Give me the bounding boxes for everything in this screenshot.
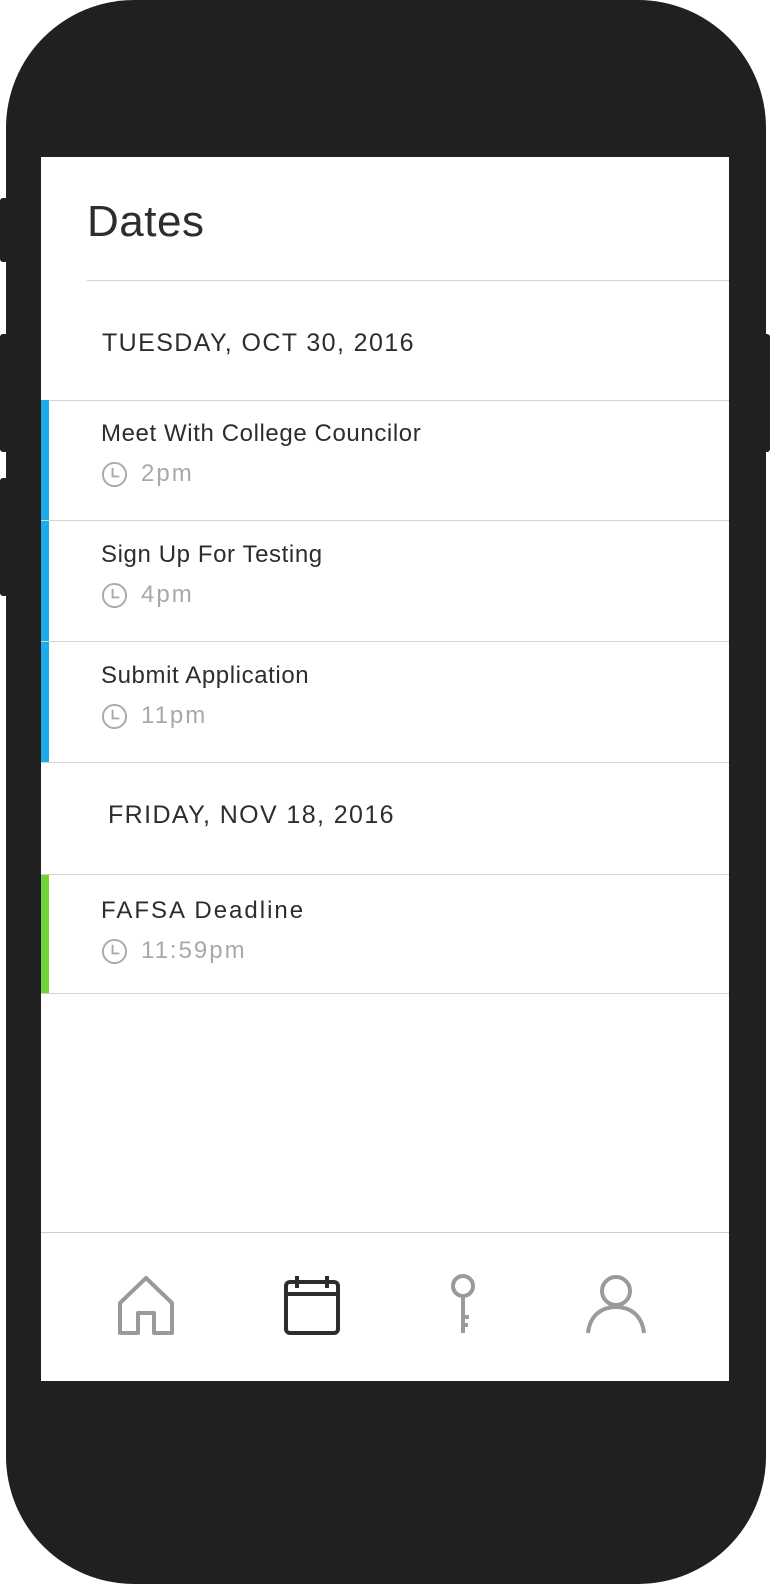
event-accent-bar: [41, 642, 49, 762]
event-time-label: 11:59pm: [141, 937, 247, 964]
event-title: FAFSA Deadline: [101, 897, 306, 924]
clock-icon: [101, 582, 128, 608]
profile-icon: [586, 1275, 646, 1334]
calendar-icon: [284, 1276, 340, 1335]
event-accent-bar: [41, 400, 49, 520]
event-time-label: 11pm: [141, 702, 208, 729]
date-header: FRIDAY, NOV 18, 2016: [41, 763, 729, 875]
event-time: 11pm: [101, 702, 207, 730]
event-time-label: 2pm: [141, 460, 194, 487]
power-button: [762, 334, 770, 452]
event-item[interactable]: Meet With College Councilor 2pm: [41, 400, 729, 521]
app-screen: Dates TUESDAY, OCT 30, 2016 Meet With Co…: [41, 157, 729, 1381]
home-icon: [118, 1276, 174, 1335]
event-time: 2pm: [101, 460, 194, 488]
date-header-label: FRIDAY, NOV 18, 2016: [108, 801, 395, 829]
clock-icon: [101, 703, 128, 729]
event-title: Sign Up For Testing: [101, 541, 323, 568]
event-item[interactable]: Submit Application 11pm: [41, 642, 729, 763]
event-title: Meet With College Councilor: [101, 420, 422, 447]
event-time: 4pm: [101, 581, 194, 609]
event-accent-bar: [41, 875, 49, 993]
date-header-label: TUESDAY, OCT 30, 2016: [102, 329, 415, 357]
tab-profile[interactable]: [581, 1273, 651, 1343]
volume-up-button: [0, 334, 8, 452]
volume-down-button: [0, 478, 8, 596]
event-title: Submit Application: [101, 662, 310, 689]
event-item[interactable]: FAFSA Deadline 11:59pm: [41, 875, 729, 994]
tab-bar: [41, 1232, 729, 1381]
mute-switch: [0, 198, 8, 262]
event-time-label: 4pm: [141, 581, 194, 608]
event-item[interactable]: Sign Up For Testing 4pm: [41, 521, 729, 642]
key-icon: [451, 1274, 475, 1333]
event-accent-bar: [41, 521, 49, 641]
event-time: 11:59pm: [101, 937, 247, 965]
clock-icon: [101, 461, 128, 487]
tab-calendar[interactable]: [277, 1273, 347, 1343]
page-title: Dates: [87, 197, 205, 246]
title-divider: [87, 280, 729, 281]
clock-icon: [101, 938, 128, 964]
tab-key[interactable]: [428, 1273, 498, 1343]
date-header: TUESDAY, OCT 30, 2016: [41, 282, 729, 401]
tab-home[interactable]: [111, 1273, 181, 1343]
